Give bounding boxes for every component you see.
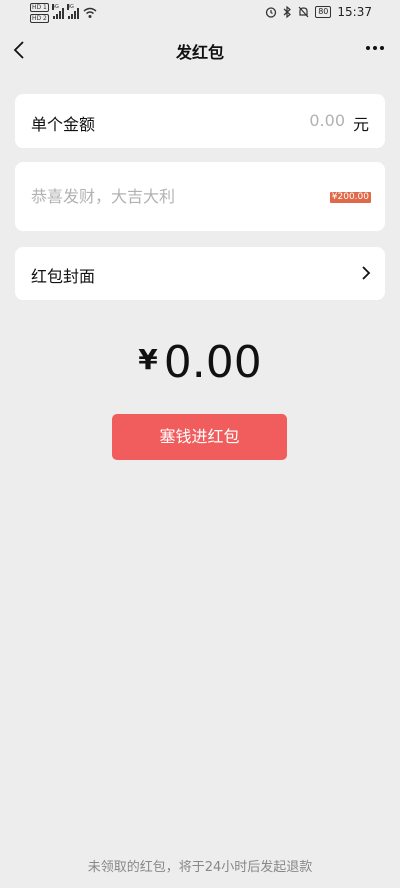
status-bar-right: 80 15:37 — [265, 5, 372, 19]
cover-label: 红包封面 — [31, 267, 96, 286]
amount-input[interactable]: 0.00 — [309, 111, 345, 130]
more-dot — [366, 46, 370, 50]
signal-bar — [73, 11, 76, 19]
status-bar: HD 1 HD 2 5G 4G 80 15:37 — [0, 0, 400, 28]
signal-bar — [52, 16, 55, 19]
amount-label: 单个金额 — [31, 115, 96, 134]
signal-2-icon: 4G — [66, 4, 79, 19]
total-value: 0.00 — [163, 337, 262, 388]
amount-card[interactable]: 单个金额 0.00 元 — [15, 94, 385, 148]
greeting-input[interactable] — [31, 187, 311, 206]
sim2-badge: HD 2 — [30, 14, 49, 23]
refund-note: 未领取的红包，将于24小时后发起退款 — [87, 860, 313, 875]
cover-card[interactable]: 红包封面 — [15, 247, 385, 300]
sim1-badge: HD 1 — [30, 3, 49, 12]
signal-bar — [61, 8, 64, 19]
signal-bar — [70, 14, 73, 19]
submit-button[interactable]: 塞钱进红包 — [112, 414, 287, 460]
battery-icon: 80 — [315, 6, 332, 18]
status-time: 15:37 — [337, 5, 372, 19]
currency-symbol: ¥ — [138, 343, 158, 376]
sim-indicators: HD 1 HD 2 — [30, 3, 49, 23]
wifi-icon — [83, 7, 97, 18]
mute-icon — [298, 6, 309, 18]
network2-label: 4G — [66, 4, 74, 10]
signal-bar — [67, 16, 70, 19]
signal-bar — [58, 11, 61, 19]
nav-bar: 发红包 — [0, 28, 400, 72]
amount-unit: 元 — [352, 115, 369, 134]
emoji-badge[interactable]: ¥200.00 — [329, 192, 371, 203]
greeting-card: ¥200.00 — [15, 162, 385, 231]
more-icon[interactable] — [366, 46, 384, 50]
more-dot — [373, 46, 377, 50]
alarm-icon — [266, 7, 277, 18]
signal-bar — [76, 8, 79, 19]
network1-label: 5G — [51, 4, 59, 10]
status-bar-left: HD 1 HD 2 5G 4G — [30, 3, 97, 23]
page-title: 发红包 — [175, 43, 224, 62]
chevron-right-icon — [362, 266, 371, 280]
total-amount: ¥0.00 — [0, 337, 400, 388]
signal-bar — [55, 14, 58, 19]
signal-1-icon: 5G — [51, 4, 64, 19]
bluetooth-icon — [283, 6, 292, 18]
more-dot — [380, 46, 384, 50]
